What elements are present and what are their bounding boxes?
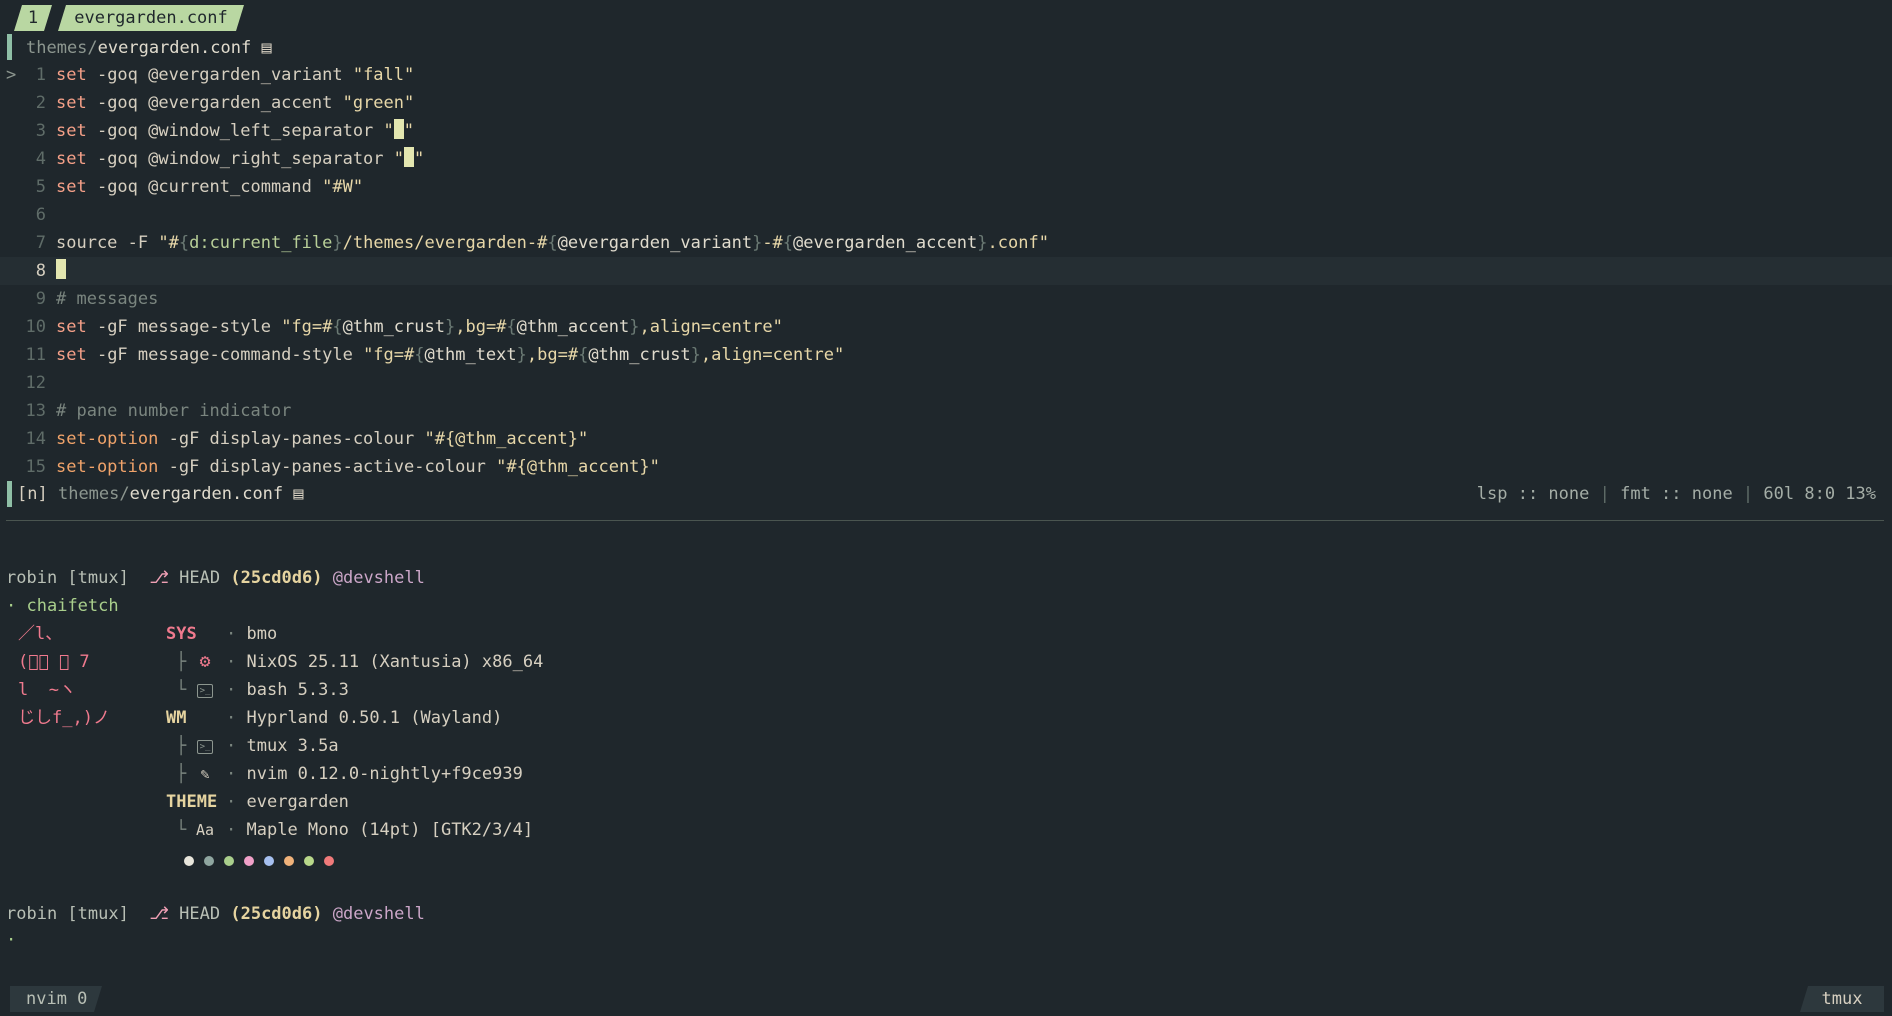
file-icon: ▤ bbox=[261, 38, 272, 58]
code-line: 14 set-option -gF display-panes-colour "#… bbox=[25, 429, 589, 449]
git-branch-icon: ⎇ bbox=[149, 568, 169, 588]
palette-swatch bbox=[244, 856, 254, 866]
code-line: 12 bbox=[25, 373, 46, 393]
code-line: 15 set-option -gF display-panes-active-co… bbox=[25, 457, 660, 477]
pencil-icon: ✎ bbox=[200, 765, 210, 783]
shell-prompt: robin [tmux] ⎇ HEAD (25cd0d6) @devshell bbox=[6, 904, 425, 924]
info-font: · Maple Mono (14pt) [GTK2/3/4] bbox=[226, 820, 534, 840]
code-line: 4 set -goq @window_right_separator " " bbox=[35, 147, 425, 169]
gear-icon: ⚙ bbox=[199, 651, 211, 672]
tree-branch: ├ bbox=[176, 764, 187, 784]
code-line: 2 set -goq @evergarden_accent "green" bbox=[35, 93, 415, 113]
label-wm: WM bbox=[166, 708, 187, 728]
palette-swatch bbox=[224, 856, 234, 866]
info-wm: · Hyprland 0.50.1 (Wayland) bbox=[226, 708, 503, 728]
winbar-dir: themes/ bbox=[26, 38, 98, 58]
file-icon: ▤ bbox=[293, 484, 304, 504]
shell-command: · chaifetch bbox=[6, 596, 119, 616]
code-line-current: 8 bbox=[0, 257, 1892, 285]
info-terminal: · tmux 3.5a bbox=[226, 736, 339, 756]
palette-swatch bbox=[204, 856, 214, 866]
tree-branch: └ bbox=[176, 820, 187, 840]
palette-swatch bbox=[184, 856, 194, 866]
tree-branch: ├ bbox=[176, 652, 187, 672]
code-line: 3 set -goq @window_left_separator " " bbox=[35, 119, 415, 141]
code-line: 11 set -gF message-command-style "fg=#{@t… bbox=[25, 345, 845, 365]
code-line: 9 # messages bbox=[35, 289, 159, 309]
tab-index[interactable]: 1 bbox=[14, 5, 52, 31]
pane-divider[interactable] bbox=[6, 520, 1884, 521]
ascii-art-line: l ~ヽ bbox=[18, 680, 76, 700]
tmux-session-name: tmux bbox=[1800, 986, 1884, 1012]
info-shell: · bash 5.3.3 bbox=[226, 680, 349, 700]
shell-prompt: robin [tmux] ⎇ HEAD (25cd0d6) @devshell bbox=[6, 568, 425, 588]
palette-swatch bbox=[284, 856, 294, 866]
palette-swatch bbox=[304, 856, 314, 866]
info-theme: · evergarden bbox=[226, 792, 349, 812]
fmt-status: fmt :: none bbox=[1620, 484, 1733, 504]
info-host: · bmo bbox=[226, 624, 278, 644]
code-line: >1 set -goq @evergarden_variant "fall" bbox=[0, 61, 1892, 89]
tmux-window-nvim[interactable]: nvim 0 bbox=[10, 986, 102, 1012]
winbar: themes/evergarden.conf ▤ bbox=[26, 36, 272, 60]
palette-swatch bbox=[324, 856, 334, 866]
text-cursor bbox=[56, 259, 66, 279]
statusline-left: [n] themes/evergarden.conf ▤ bbox=[17, 484, 304, 504]
code-line: 5 set -goq @current_command "#W" bbox=[35, 177, 364, 197]
tree-branch: └ bbox=[176, 680, 187, 700]
info-os: · NixOS 25.11 (Xantusia) x86_64 bbox=[226, 652, 544, 672]
winbar-accent bbox=[7, 34, 12, 60]
ascii-art-line: (ﾟ､ ｡ 7 bbox=[18, 652, 90, 672]
color-palette bbox=[184, 851, 344, 871]
font-icon: Aa bbox=[195, 821, 215, 839]
code-line: 13 # pane number indicator bbox=[25, 401, 292, 421]
palette-swatch bbox=[264, 856, 274, 866]
statusline-accent bbox=[7, 481, 12, 507]
separator-glyph bbox=[393, 119, 404, 139]
tab-evergarden-conf[interactable]: evergarden.conf bbox=[58, 5, 244, 31]
editor-buffer[interactable]: >1 set -goq @evergarden_variant "fall" 2s… bbox=[0, 61, 1892, 481]
terminal-icon: >_ bbox=[194, 732, 216, 760]
label-theme: THEME bbox=[166, 792, 218, 812]
ascii-art-line: ／l、 bbox=[18, 624, 63, 644]
tree-branch: ├ bbox=[176, 736, 187, 756]
statusline-right: lsp :: none | fmt :: none | 60l 8:0 13% bbox=[1476, 484, 1876, 504]
gutter-sign: > bbox=[6, 65, 17, 85]
code-line: 7 source -F "#{d:current_file}/themes/eve… bbox=[35, 233, 1049, 253]
shell-input[interactable]: · bbox=[6, 927, 16, 953]
code-line: 10 set -gF message-style "fg=#{@thm_crust… bbox=[25, 317, 783, 337]
separator-glyph bbox=[404, 147, 415, 167]
info-editor: · nvim 0.12.0-nightly+f9ce939 bbox=[226, 764, 523, 784]
cursor-position: 60l 8:0 13% bbox=[1763, 484, 1876, 504]
label-sys: SYS bbox=[166, 624, 197, 644]
mode-indicator: [n] bbox=[17, 484, 48, 504]
lsp-status: lsp :: none bbox=[1476, 484, 1590, 504]
git-branch-icon: ⎇ bbox=[149, 904, 169, 924]
terminal-icon: >_ bbox=[194, 676, 216, 704]
code-line: 6 bbox=[35, 205, 46, 225]
winbar-file: evergarden.conf bbox=[97, 38, 252, 58]
ascii-art-line: じしf_,)ノ bbox=[18, 708, 110, 728]
